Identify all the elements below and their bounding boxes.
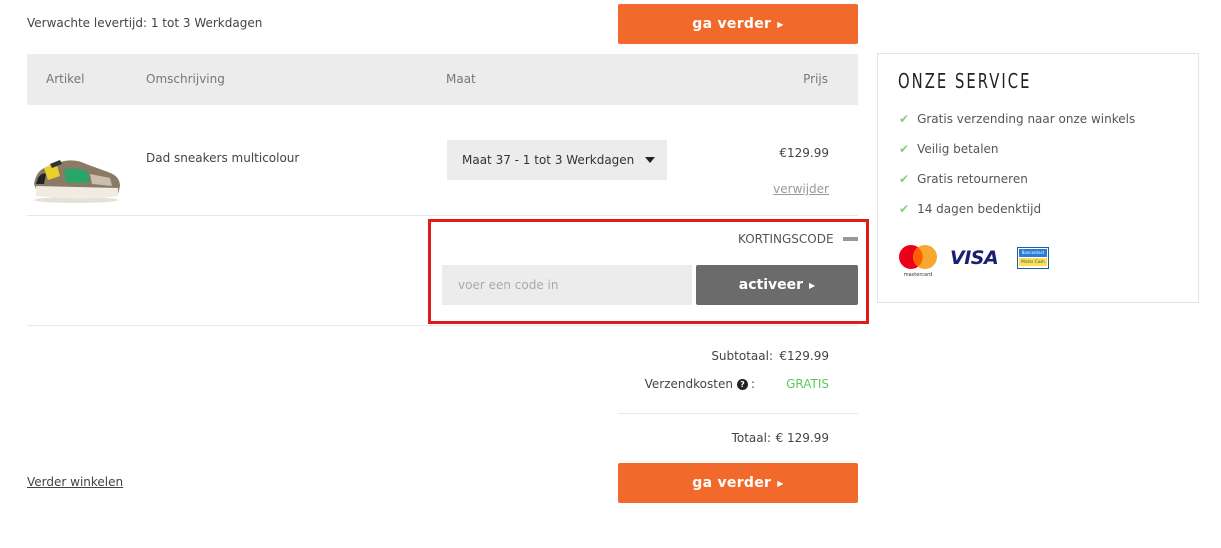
size-select[interactable]: Maat 37 - 1 tot 3 Werkdagen xyxy=(447,140,667,180)
service-panel: ONZE SERVICE ✔ Gratis verzending naar onz… xyxy=(877,53,1199,303)
service-item-label: Gratis retourneren xyxy=(917,172,1028,186)
subtotal-label: Subtotaal: xyxy=(711,349,773,363)
header-size: Maat xyxy=(446,72,476,86)
continue-shopping-link[interactable]: Verder winkelen xyxy=(27,475,123,489)
mastercard-text: mastercard xyxy=(903,272,933,278)
check-icon: ✔ xyxy=(899,142,910,156)
help-icon[interactable]: ? xyxy=(736,378,748,390)
header-price: Prijs xyxy=(803,72,828,86)
shipping-colon: : xyxy=(750,377,755,391)
product-name[interactable]: Dad sneakers multicolour xyxy=(146,151,299,165)
service-item-label: Veilig betalen xyxy=(917,142,999,156)
row-divider xyxy=(27,215,858,216)
section-divider xyxy=(27,325,858,326)
product-price: €129.99 xyxy=(779,146,829,160)
chevron-down-icon xyxy=(645,157,655,163)
service-item-label: 14 dagen bedenktijd xyxy=(917,202,1042,216)
bancontact-logo: Bancontact Mister Cash xyxy=(1017,247,1049,269)
caret-right-icon: ▶ xyxy=(809,280,816,290)
check-icon: ✔ xyxy=(899,202,910,216)
header-description: Omschrijving xyxy=(146,72,225,86)
mastercard-icon xyxy=(899,245,937,269)
header-article: Artikel xyxy=(46,72,85,86)
service-item-label: Gratis verzending naar onze winkels xyxy=(917,112,1136,126)
caret-right-icon: ▶ xyxy=(777,478,784,488)
cart-table-header: Artikel Omschrijving Maat Prijs xyxy=(27,54,858,105)
shipping-value: GRATIS xyxy=(786,377,829,391)
delivery-time-text: Verwachte levertijd: 1 tot 3 Werkdagen xyxy=(27,16,263,30)
activate-button[interactable]: activeer ▶ xyxy=(696,265,858,305)
continue-button-label: ga verder xyxy=(692,475,772,491)
totals-divider xyxy=(618,413,858,414)
discount-code-input[interactable] xyxy=(442,265,692,305)
service-item: ✔ Gratis retourneren xyxy=(899,172,1028,186)
service-item: ✔ 14 dagen bedenktijd xyxy=(899,202,1041,216)
total-value: € 129.99 xyxy=(775,431,829,445)
discount-label: KORTINGSCODE xyxy=(738,232,834,246)
service-item: ✔ Gratis verzending naar onze winkels xyxy=(899,112,1135,126)
minus-icon xyxy=(842,237,858,241)
service-item: ✔ Veilig betalen xyxy=(899,142,999,156)
remove-link[interactable]: verwijder xyxy=(773,182,829,196)
mastercard-logo: mastercard xyxy=(898,244,938,278)
caret-right-icon: ▶ xyxy=(777,19,784,29)
sneaker-image xyxy=(34,160,120,203)
check-icon: ✔ xyxy=(899,172,910,186)
shipping-label: Verzendkosten xyxy=(644,377,733,391)
check-icon: ✔ xyxy=(899,112,910,126)
subtotal-value: €129.99 xyxy=(779,349,829,363)
product-image[interactable] xyxy=(30,150,125,205)
continue-button-top[interactable]: ga verder ▶ xyxy=(618,4,858,44)
visa-logo: VISA xyxy=(950,247,999,269)
service-title: ONZE SERVICE xyxy=(898,69,1032,93)
total-label: Totaal: xyxy=(731,431,771,445)
bancontact-bottom-text: Mister Cash xyxy=(1019,258,1047,266)
shipping-label-group: Verzendkosten ? : xyxy=(645,377,755,391)
size-select-value: Maat 37 - 1 tot 3 Werkdagen xyxy=(462,153,635,167)
activate-button-label: activeer xyxy=(738,277,804,293)
discount-toggle[interactable]: KORTINGSCODE xyxy=(738,232,858,246)
continue-button-label: ga verder xyxy=(692,16,772,32)
bancontact-top-text: Bancontact xyxy=(1019,249,1047,257)
continue-button-bottom[interactable]: ga verder ▶ xyxy=(618,463,858,503)
